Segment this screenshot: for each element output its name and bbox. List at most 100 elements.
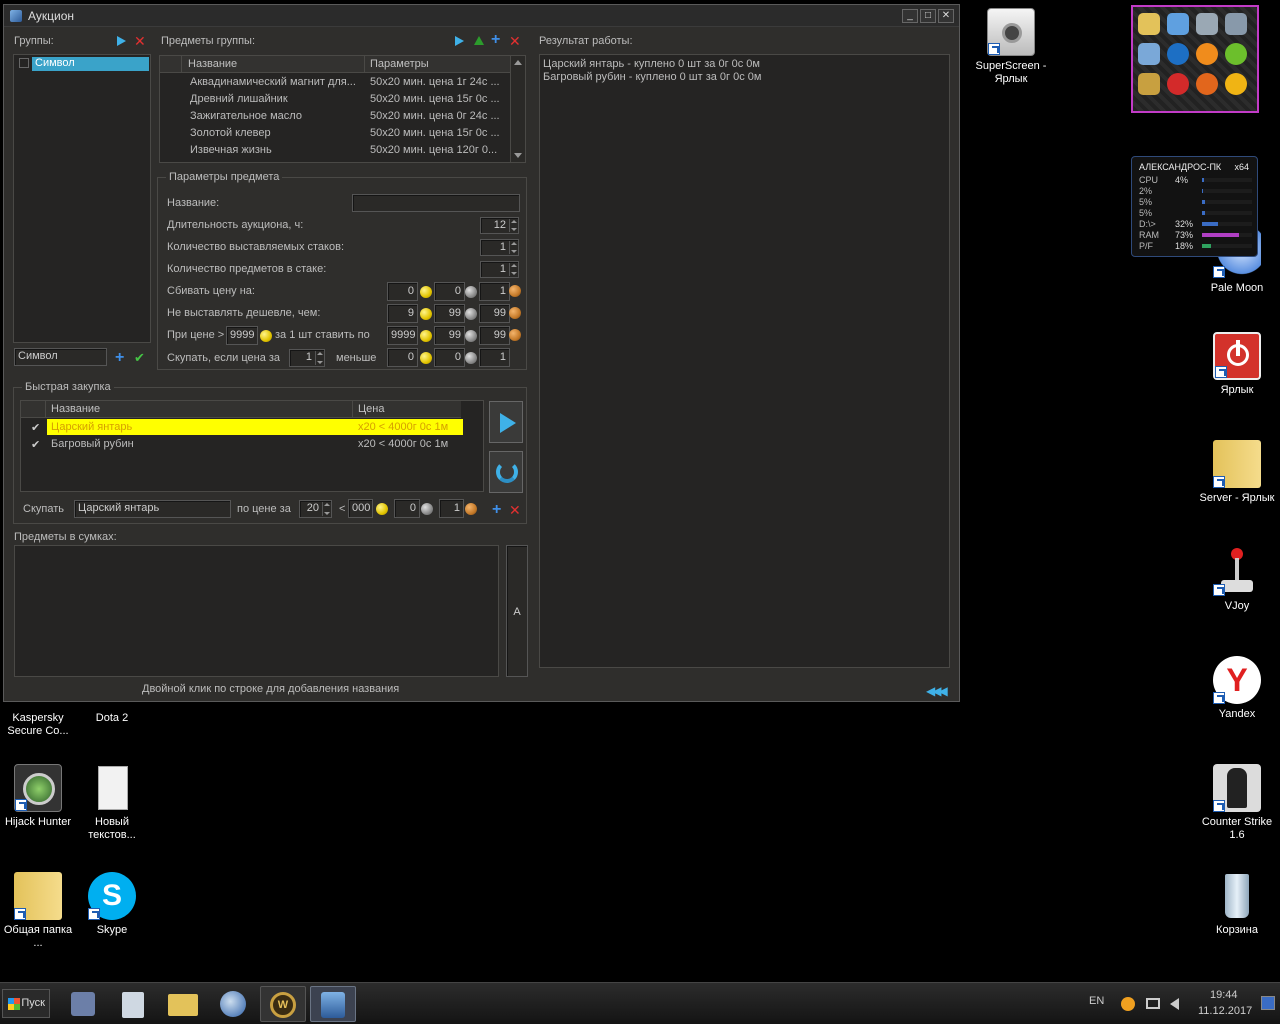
scroll-up-icon[interactable]: [514, 60, 522, 65]
item-params[interactable]: 50x20 мин. цена 15г 0с ...: [370, 127, 508, 139]
item-params[interactable]: 50x20 мин. цена 1г 24с ...: [370, 76, 508, 88]
start-button[interactable]: Пуск: [2, 989, 50, 1018]
play-icon[interactable]: [117, 36, 126, 46]
min-price-silver-input[interactable]: 99: [434, 304, 465, 323]
ccleaner-icon[interactable]: [1167, 43, 1189, 65]
folder-icon[interactable]: [1138, 13, 1160, 35]
clock-time[interactable]: 19:44: [1210, 989, 1238, 1001]
buy-silver-input[interactable]: 0: [394, 499, 420, 518]
add-group-icon[interactable]: +: [115, 350, 124, 366]
item-params[interactable]: 50x20 мин. цена 15г 0с ...: [370, 93, 508, 105]
buy-qty-spinner[interactable]: 20: [299, 500, 332, 518]
start-buy-button[interactable]: [489, 401, 523, 443]
quick-buy-price[interactable]: x20 < 4000г 0с 1м: [358, 421, 448, 433]
up-icon[interactable]: [474, 36, 484, 45]
set-price-gold-input[interactable]: 9999: [387, 326, 418, 345]
window-titlebar[interactable]: Аукцион: [4, 5, 959, 27]
groups-list[interactable]: Символ: [13, 54, 151, 343]
desktop-icon-shared-folder[interactable]: Общая папка ...: [0, 872, 76, 950]
desktop-icon-text-file[interactable]: Новый текстов...: [74, 764, 150, 842]
bags-list[interactable]: [14, 545, 499, 677]
pale-moon-taskbar-icon[interactable]: [210, 986, 256, 1022]
results-log[interactable]: Царский янтарь - куплено 0 шт за 0г 0с 0…: [539, 54, 950, 668]
item-name-input[interactable]: [352, 194, 520, 212]
desktop-icon-dota[interactable]: Dota 2: [74, 712, 150, 725]
min-price-gold-input[interactable]: 9: [387, 304, 418, 323]
row-check-icon[interactable]: ✔: [31, 421, 40, 434]
close-button[interactable]: ✕: [938, 9, 954, 23]
undercut-copper-input[interactable]: 1: [479, 282, 510, 301]
buy-gold-input[interactable]: 000: [348, 499, 373, 518]
set-price-copper-input[interactable]: 99: [479, 326, 510, 345]
item-name[interactable]: Древний лишайник: [190, 93, 360, 105]
item-name[interactable]: Аквадинамический магнит для...: [190, 76, 360, 88]
desktop-icon-shortcut[interactable]: Ярлык: [1199, 332, 1275, 397]
buyout-qty-spinner[interactable]: 1: [289, 349, 325, 367]
tools-icon[interactable]: [1138, 73, 1160, 95]
explorer-icon[interactable]: [160, 986, 206, 1022]
desktop-icon-skype[interactable]: S Skype: [74, 872, 150, 937]
group-checkbox[interactable]: [19, 58, 29, 68]
group-item[interactable]: Символ: [32, 57, 149, 71]
item-name[interactable]: Зажигательное масло: [190, 110, 360, 122]
utorrent-icon[interactable]: [1225, 43, 1247, 65]
row-check-icon[interactable]: ✔: [31, 438, 40, 451]
undercut-silver-input[interactable]: 0: [434, 282, 465, 301]
min-price-copper-input[interactable]: 99: [479, 304, 510, 323]
quick-buy-name[interactable]: Багровый рубин: [51, 438, 134, 450]
buy-item-input[interactable]: Царский янтарь: [74, 500, 231, 518]
clock-date[interactable]: 11.12.2017: [1198, 1005, 1252, 1017]
calculator-icon[interactable]: [110, 986, 156, 1022]
show-desktop-icon[interactable]: [1261, 996, 1275, 1010]
column-name[interactable]: Название: [188, 58, 237, 70]
stacks-spinner[interactable]: 1: [480, 239, 519, 256]
delete-quick-buy-icon[interactable]: ✕: [509, 503, 521, 517]
language-indicator[interactable]: EN: [1089, 995, 1104, 1007]
desktop-icon-counter-strike[interactable]: Counter Strike 1.6: [1199, 764, 1275, 842]
refresh-button[interactable]: [489, 451, 523, 493]
play-icon[interactable]: [455, 36, 464, 46]
desktop-icon-vjoy[interactable]: VJoy: [1199, 548, 1275, 613]
desktop-icon-yandex[interactable]: Y Yandex: [1199, 656, 1275, 721]
buy-copper-input[interactable]: 1: [439, 499, 464, 518]
settings-icon[interactable]: [1138, 43, 1160, 65]
scroll-down-icon[interactable]: [514, 153, 522, 158]
volume-icon[interactable]: [1170, 998, 1179, 1010]
item-name[interactable]: Извечная жизнь: [190, 144, 360, 156]
wow-icon[interactable]: W: [260, 986, 306, 1022]
search-icon[interactable]: [1225, 13, 1247, 35]
desktop-icon-recycle-bin[interactable]: Корзина: [1199, 872, 1275, 937]
item-params[interactable]: 50x20 мин. цена 0г 24с ...: [370, 110, 508, 122]
undercut-gold-input[interactable]: 0: [387, 282, 418, 301]
desktop-icon-hijack-hunter[interactable]: Hijack Hunter: [0, 764, 76, 829]
firefox-icon[interactable]: [1196, 73, 1218, 95]
items-scrollbar[interactable]: [510, 56, 525, 162]
bags-side-button[interactable]: A: [506, 545, 528, 677]
taskbar-app-icon[interactable]: [60, 986, 106, 1022]
per-stack-spinner[interactable]: 1: [480, 261, 519, 278]
duration-spinner[interactable]: 12: [480, 217, 519, 234]
aimp-icon[interactable]: [1225, 73, 1247, 95]
maximize-button[interactable]: □: [920, 9, 936, 23]
column-price[interactable]: Цена: [358, 403, 384, 415]
add-quick-buy-icon[interactable]: +: [492, 502, 501, 518]
download-icon[interactable]: [1167, 73, 1189, 95]
if-price-input[interactable]: 9999: [226, 326, 258, 345]
column-name[interactable]: Название: [51, 403, 100, 415]
item-params[interactable]: 50x20 мин. цена 120г 0...: [370, 144, 508, 156]
group-name-input[interactable]: Символ: [14, 348, 107, 366]
buyout-gold-input[interactable]: 0: [387, 348, 418, 367]
buyout-silver-input[interactable]: 0: [434, 348, 465, 367]
quick-buy-name[interactable]: Царский янтарь: [51, 421, 132, 433]
item-name[interactable]: Золотой клевер: [190, 127, 360, 139]
add-item-icon[interactable]: +: [491, 32, 500, 48]
desktop-icon-superscreen[interactable]: SuperScreen - Ярлык: [973, 8, 1049, 86]
tray-app-icon[interactable]: [1121, 997, 1135, 1011]
trash-icon[interactable]: [1196, 13, 1218, 35]
quick-buy-price[interactable]: x20 < 4000г 0с 1м: [358, 438, 448, 450]
set-price-silver-input[interactable]: 99: [434, 326, 465, 345]
desktop-icon-server[interactable]: Server - Ярлык: [1199, 440, 1275, 505]
app-icon[interactable]: [1196, 43, 1218, 65]
delete-item-icon[interactable]: ✕: [509, 34, 521, 48]
desktop-icon-kaspersky[interactable]: Kaspersky Secure Co...: [0, 712, 76, 738]
